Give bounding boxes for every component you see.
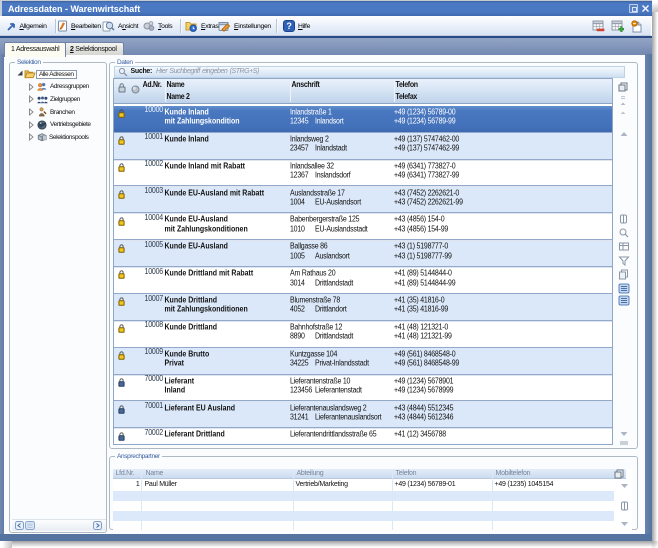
- svg-text:?: ?: [286, 21, 291, 31]
